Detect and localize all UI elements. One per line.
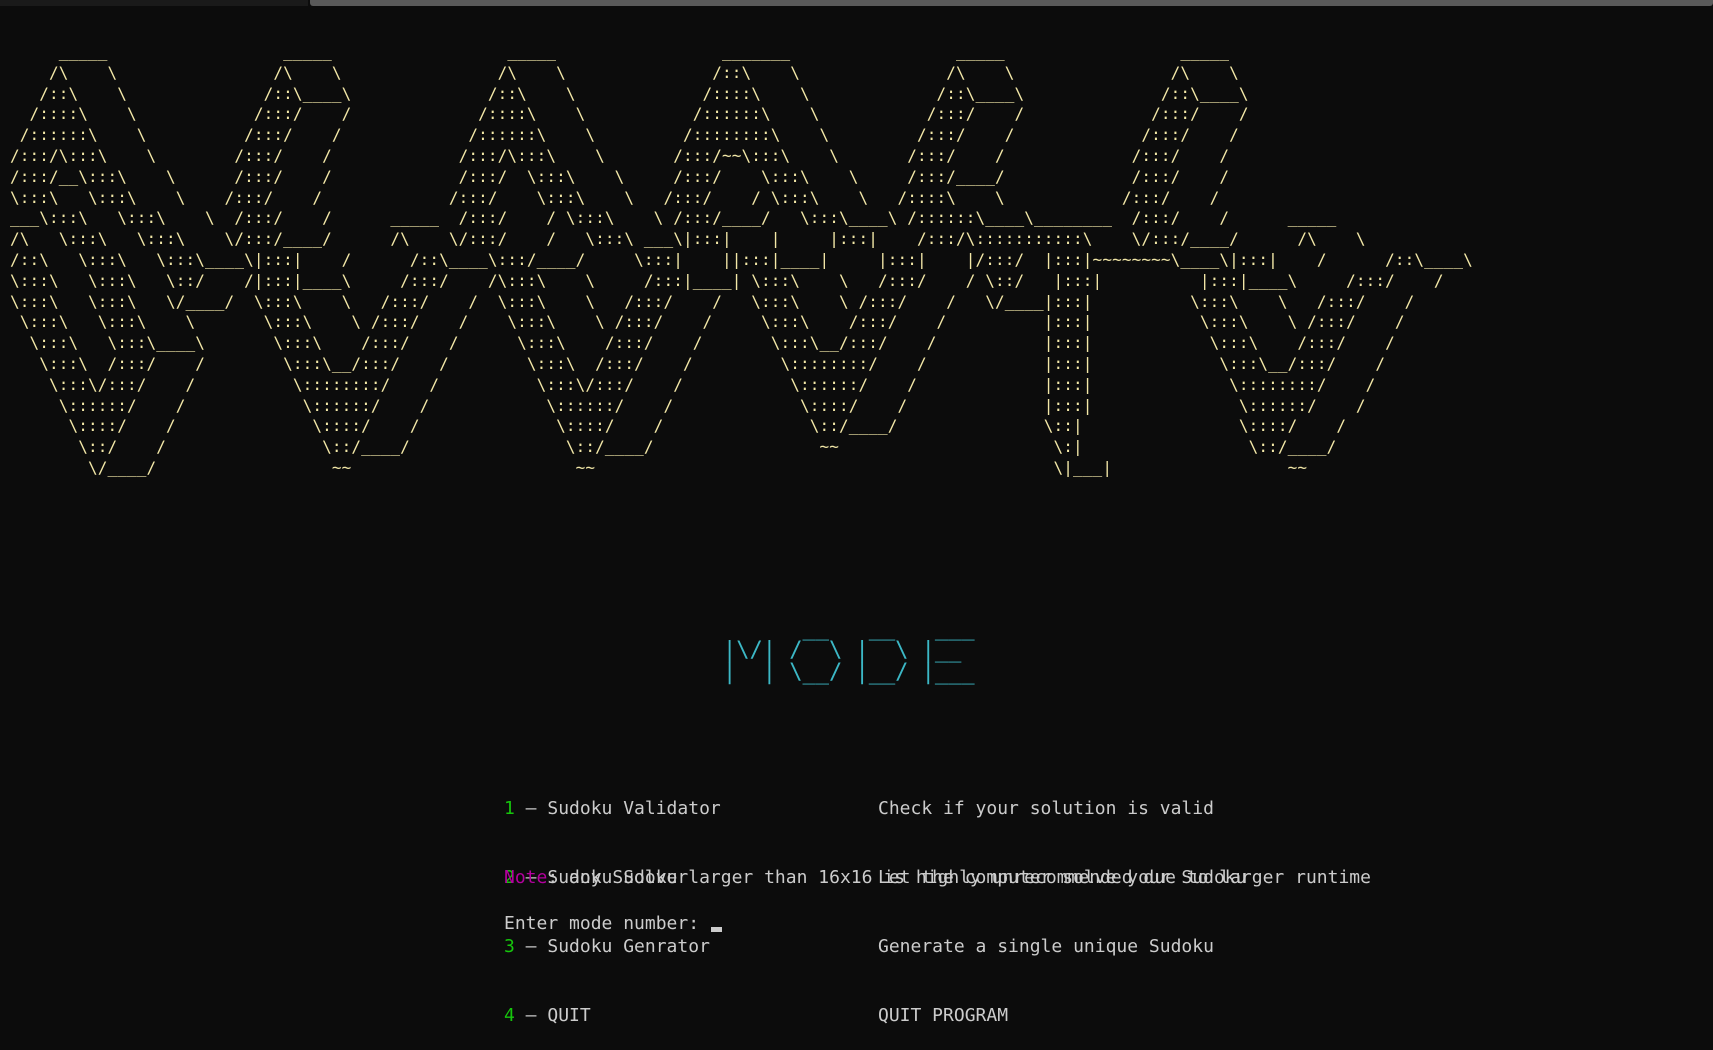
menu-item: 1 – Sudoku Validator Check if your soluti… — [504, 797, 1246, 820]
menu-item: 3 – Sudoku Genrator Generate a single uni… — [504, 935, 1246, 958]
menu-item-number: 3 — [504, 936, 515, 957]
mode-input-prompt[interactable]: Enter mode number: — [504, 912, 722, 935]
mode-menu: 1 – Sudoku Validator Check if your soluti… — [504, 751, 1246, 1050]
ascii-banner: _____ _____ _____ _______ _____ _____ /\… — [10, 42, 1473, 477]
menu-item-label: – Sudoku Genrator — [514, 936, 710, 957]
note-label: Note — [504, 867, 548, 888]
menu-item-label: – Sudoku Validator — [514, 798, 721, 819]
menu-item-description: QUIT PROGRAM — [878, 1005, 1009, 1026]
menu-item-number: 1 — [504, 798, 515, 819]
mode-title-ascii: __ __ ___ |\/| / \ | \ |__ | | \__/ |__/… — [723, 616, 975, 685]
menu-item-number: 4 — [504, 1005, 515, 1026]
prompt-label: Enter mode number: — [504, 913, 710, 934]
menu-item-description: Generate a single unique Sudoku — [878, 936, 1214, 957]
menu-item: 4 – QUIT QUIT PROGRAM — [504, 1004, 1246, 1027]
note-line: Note: any Sudoku larger than 16x16 is hi… — [504, 866, 1371, 889]
menu-item-label: – QUIT — [514, 1005, 591, 1026]
scrollbar-thumb[interactable] — [310, 0, 1713, 6]
note-text: : any Sudoku larger than 16x16 is highly… — [547, 867, 1371, 888]
menu-item-description: Check if your solution is valid — [878, 798, 1214, 819]
text-cursor[interactable] — [710, 927, 722, 932]
scrollbar-track-left[interactable] — [0, 0, 308, 6]
horizontal-scrollbar[interactable] — [0, 0, 1713, 6]
